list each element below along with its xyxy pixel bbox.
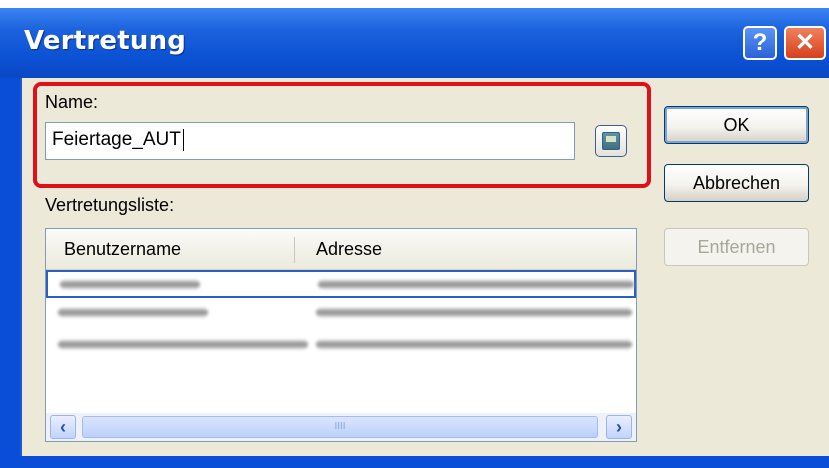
list-row[interactable] — [46, 270, 636, 298]
chevron-left-icon: ‹ — [60, 417, 66, 437]
title-bar[interactable]: Vertretung ? ✕ — [0, 8, 829, 78]
help-button[interactable]: ? — [743, 26, 777, 60]
redacted-address — [318, 280, 634, 289]
scroll-thumb[interactable]: IIII — [82, 416, 598, 438]
address-book-icon — [602, 132, 620, 150]
remove-button[interactable]: Entfernen — [664, 228, 809, 266]
chevron-right-icon: › — [616, 417, 622, 437]
window-title: Vertretung — [24, 26, 187, 56]
name-label: Name: — [45, 92, 99, 112]
redacted-username — [58, 308, 208, 317]
horizontal-scrollbar[interactable]: ‹ IIII › — [46, 413, 636, 441]
address-book-button[interactable] — [595, 125, 627, 157]
column-header-username[interactable]: Benutzername — [64, 229, 181, 269]
list-header: Benutzername Adresse — [46, 229, 636, 271]
redacted-address — [316, 340, 632, 349]
redacted-address — [316, 308, 632, 317]
list-row[interactable] — [46, 332, 636, 360]
list-label: Vertretungsliste: — [45, 195, 175, 215]
list-row[interactable] — [46, 300, 636, 328]
dialog-client-area: Name: Feiertage_AUT OK Abbrechen Entfern… — [20, 78, 829, 456]
column-header-address[interactable]: Adresse — [316, 229, 382, 269]
ok-button[interactable]: OK — [664, 106, 809, 144]
name-input[interactable]: Feiertage_AUT — [45, 122, 575, 160]
scroll-right-button[interactable]: › — [606, 415, 632, 439]
column-separator[interactable] — [294, 237, 295, 263]
scroll-left-button[interactable]: ‹ — [50, 415, 76, 439]
substitute-list[interactable]: Benutzername Adresse ‹ IIII › — [45, 228, 637, 442]
name-input-value: Feiertage_AUT — [52, 129, 181, 151]
redacted-username — [60, 280, 200, 289]
cancel-button[interactable]: Abbrechen — [664, 164, 809, 202]
redacted-username — [58, 340, 308, 349]
close-button[interactable]: ✕ — [784, 26, 826, 60]
dialog-window: Vertretung ? ✕ Name: Feiertage_AUT OK Ab… — [0, 8, 829, 468]
text-caret — [182, 129, 184, 151]
